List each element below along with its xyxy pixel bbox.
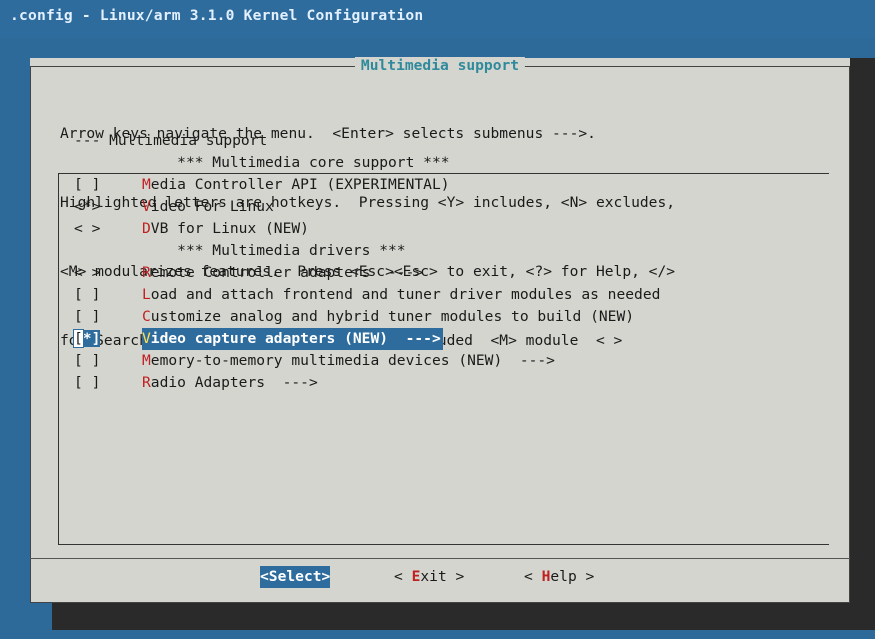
menu-item-hotkey: V: [142, 330, 151, 347]
menu-item: *** Multimedia drivers ***: [74, 240, 814, 262]
menu-item-label: DVB for Linux (NEW): [142, 220, 309, 237]
help-open: <: [524, 568, 542, 585]
exit-open: <: [394, 568, 412, 585]
button-divider: [30, 558, 850, 559]
menu-item-label: Memory-to-memory multimedia devices (NEW…: [142, 352, 555, 369]
menu-item-label: Remote Controller adapters --->: [142, 264, 424, 281]
help-button[interactable]: < Help >: [524, 566, 594, 588]
menu-item-label: Radio Adapters --->: [142, 374, 318, 391]
menu-item-label: Media Controller API (EXPERIMENTAL): [142, 176, 450, 193]
select-hotkey: S: [268, 568, 278, 585]
menu-item-hotkey: L: [142, 286, 151, 303]
menu-item-state[interactable]: [ ]: [74, 350, 114, 372]
exit-button[interactable]: < Exit >: [394, 566, 464, 588]
menu-item-label: Customize analog and hybrid tuner module…: [142, 308, 635, 325]
menu-item-hotkey: M: [142, 352, 151, 369]
menu-item[interactable]: [ ] Memory-to-memory multimedia devices (…: [74, 350, 814, 372]
select-close: >: [321, 568, 331, 585]
window-title: .config - Linux/arm 3.1.0 Kernel Configu…: [0, 0, 875, 38]
menu-item-label: Video capture adapters (NEW) --->: [142, 328, 443, 350]
menu-item[interactable]: [ ] Media Controller API (EXPERIMENTAL): [74, 174, 814, 196]
menu-item-hotkey: M: [142, 176, 151, 193]
menu-item-label: --- Multimedia support: [74, 132, 268, 149]
menu-item-state[interactable]: [ ]: [74, 284, 114, 306]
menu-item[interactable]: [ ] Radio Adapters --->: [74, 372, 814, 394]
menu-item-state[interactable]: [ ]: [74, 174, 114, 196]
state-open-bracket: [: [73, 329, 84, 348]
help-close: >: [576, 568, 595, 585]
menu-item-selected[interactable]: [*] Video capture adapters (NEW) --->: [73, 328, 814, 350]
menu-item-hotkey: V: [142, 198, 151, 215]
help-label: elp: [550, 568, 577, 585]
menu-item-label: *** Multimedia drivers ***: [177, 242, 406, 259]
menu-item-state[interactable]: [*]: [73, 328, 114, 350]
exit-label: xit: [420, 568, 447, 585]
menu-item-hotkey: R: [142, 264, 151, 281]
state-value: *]: [82, 330, 101, 347]
menu-item-state[interactable]: [ ]: [74, 306, 114, 328]
menu-item-hotkey: R: [142, 374, 151, 391]
dialog-title: Multimedia support: [354, 57, 526, 75]
menu-item[interactable]: < > Remote Controller adapters --->: [74, 262, 814, 284]
menu-item-state[interactable]: <*>: [74, 196, 114, 218]
menu-item[interactable]: <*> Video For Linux: [74, 196, 814, 218]
menu-item-label: *** Multimedia core support ***: [177, 154, 450, 171]
menu-item-state[interactable]: < >: [74, 218, 114, 240]
menu-item[interactable]: [ ] Customize analog and hybrid tuner mod…: [74, 306, 814, 328]
menu-item[interactable]: [ ] Load and attach frontend and tuner dr…: [74, 284, 814, 306]
menu-item[interactable]: < > DVB for Linux (NEW): [74, 218, 814, 240]
menu-item-hotkey: D: [142, 220, 151, 237]
select-button[interactable]: <Select>: [260, 566, 331, 588]
menu-item-hotkey: C: [142, 308, 151, 325]
menu-list: --- Multimedia support *** Multimedia co…: [73, 130, 814, 394]
select-open: <: [260, 568, 269, 585]
menu-item-label: Video For Linux: [142, 198, 274, 215]
menu-item: --- Multimedia support: [74, 130, 814, 152]
menu-item-state[interactable]: < >: [74, 262, 114, 284]
menu-item-state[interactable]: [ ]: [74, 372, 114, 394]
menu-item: *** Multimedia core support ***: [74, 152, 814, 174]
select-label: elect: [277, 568, 322, 585]
button-bar: <Select> < Exit > < Help >: [30, 566, 850, 590]
exit-close: >: [446, 568, 465, 585]
menu-item-label: Load and attach frontend and tuner drive…: [142, 286, 661, 303]
